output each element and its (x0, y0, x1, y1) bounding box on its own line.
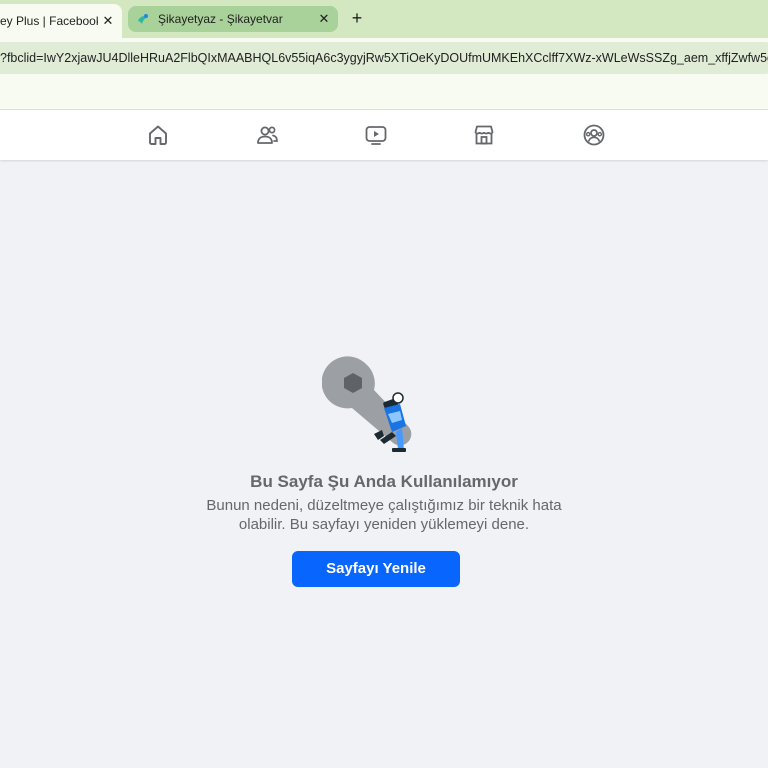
tab-facebook[interactable]: ey Plus | Facebook ✕ (0, 4, 122, 38)
error-title: Bu Sayfa Şu Anda Kullanılamıyor (250, 472, 518, 491)
bookmarks-bar (0, 78, 768, 110)
new-tab-button[interactable]: + (348, 8, 366, 28)
friends-icon (257, 126, 278, 144)
address-bar[interactable]: ?fbclid=IwY2xjawJU4DlleHRuA2FlbQIxMAABHQ… (0, 42, 768, 74)
wrench-repair-illustration (322, 356, 412, 452)
nav-home[interactable] (128, 110, 188, 160)
home-icon (149, 125, 167, 145)
nav-marketplace[interactable] (454, 110, 514, 160)
tab-title: ey Plus | Facebook (0, 14, 98, 28)
error-description: Bunun nedeni, düzeltmeye çalıştığımız bi… (206, 497, 562, 533)
tab-sikayetvar[interactable]: Şikayetyaz - Şikayetvar ✕ (128, 6, 338, 32)
nav-friends[interactable] (237, 110, 297, 160)
nav-groups[interactable] (564, 110, 624, 160)
video-icon (365, 126, 387, 145)
close-tab-icon[interactable]: ✕ (98, 13, 118, 29)
facebook-nav-bar (0, 110, 768, 160)
close-tab-icon[interactable]: ✕ (314, 11, 334, 27)
browser-tab-strip: ey Plus | Facebook ✕ Şikayetyaz - Şikaye… (0, 0, 768, 38)
browser-toolbar: ?fbclid=IwY2xjawJU4DlleHRuA2FlbQIxMAABHQ… (0, 38, 768, 78)
url-text: ?fbclid=IwY2xjawJU4DlleHRuA2FlbQIxMAABHQ… (0, 51, 768, 65)
tab-title: Şikayetyaz - Şikayetvar (158, 12, 283, 26)
groups-icon (583, 124, 605, 146)
reload-page-button[interactable]: Sayfayı Yenile (292, 551, 460, 587)
nav-video[interactable] (346, 110, 406, 160)
marketplace-icon (474, 125, 494, 145)
sikayetvar-favicon-icon (136, 12, 150, 26)
